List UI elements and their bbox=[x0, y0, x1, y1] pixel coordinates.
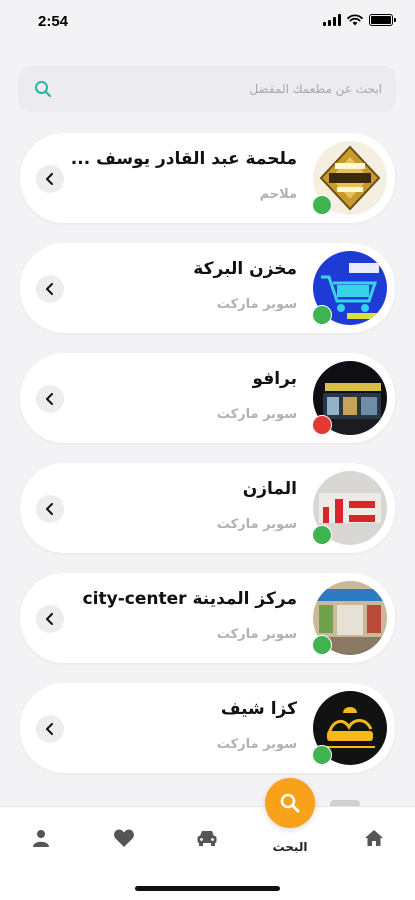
search-icon bbox=[280, 793, 300, 813]
status-bar: 2:54 bbox=[0, 0, 415, 44]
store-list: ملحمة عبد القادر يوسف ... ملاحم مخزن الب… bbox=[20, 133, 395, 793]
signal-icon bbox=[323, 14, 341, 26]
store-card[interactable]: مخزن البركة سوبر ماركت bbox=[20, 243, 395, 333]
search-icon[interactable] bbox=[32, 78, 54, 100]
heart-icon[interactable] bbox=[107, 825, 141, 851]
chevron-left-icon[interactable] bbox=[36, 605, 64, 633]
chevron-left-icon[interactable] bbox=[36, 385, 64, 413]
store-category: سوبر ماركت bbox=[216, 627, 297, 642]
chevron-left-icon[interactable] bbox=[36, 275, 64, 303]
nav-label-search: البحث bbox=[272, 840, 308, 854]
store-category: سوبر ماركت bbox=[216, 517, 297, 532]
search-bar[interactable]: ابحث عن مطعمك المفضل bbox=[18, 66, 396, 112]
store-card[interactable]: ملحمة عبد القادر يوسف ... ملاحم bbox=[20, 133, 395, 223]
store-card[interactable]: كزا شيف سوبر ماركت bbox=[20, 683, 395, 773]
user-icon[interactable] bbox=[24, 825, 58, 851]
wifi-icon bbox=[347, 14, 363, 26]
store-name: كزا شيف bbox=[220, 699, 297, 719]
chevron-left-icon[interactable] bbox=[36, 715, 64, 743]
status-dot-open bbox=[312, 195, 332, 215]
status-dot-open bbox=[312, 635, 332, 655]
status-dot-closed bbox=[312, 415, 332, 435]
search-input[interactable]: ابحث عن مطعمك المفضل bbox=[249, 82, 382, 96]
store-name: مخزن البركة bbox=[193, 259, 297, 279]
store-card[interactable]: برافو سوبر ماركت bbox=[20, 353, 395, 443]
home-icon[interactable] bbox=[357, 825, 391, 851]
store-name: ملحمة عبد القادر يوسف ... bbox=[70, 149, 297, 169]
store-name: برافو bbox=[252, 369, 297, 389]
battery-icon bbox=[369, 14, 396, 26]
chevron-left-icon[interactable] bbox=[36, 495, 64, 523]
store-category: ملاحم bbox=[259, 187, 297, 202]
store-name: المازن bbox=[242, 479, 297, 499]
status-dot-open bbox=[312, 525, 332, 545]
status-icons bbox=[323, 14, 396, 26]
status-dot-open bbox=[312, 305, 332, 325]
chevron-left-icon[interactable] bbox=[36, 165, 64, 193]
store-category: سوبر ماركت bbox=[216, 407, 297, 422]
status-dot-open bbox=[312, 745, 332, 765]
store-card[interactable]: مركز المدينة city-center سوبر ماركت bbox=[20, 573, 395, 663]
store-card[interactable]: المازن سوبر ماركت bbox=[20, 463, 395, 553]
search-tab-button[interactable] bbox=[265, 778, 315, 828]
car-icon[interactable] bbox=[190, 825, 224, 851]
store-category: سوبر ماركت bbox=[216, 297, 297, 312]
status-time: 2:54 bbox=[38, 13, 69, 30]
home-indicator bbox=[135, 886, 280, 891]
store-category: سوبر ماركت bbox=[216, 737, 297, 752]
store-name: مركز المدينة city-center bbox=[82, 589, 297, 609]
